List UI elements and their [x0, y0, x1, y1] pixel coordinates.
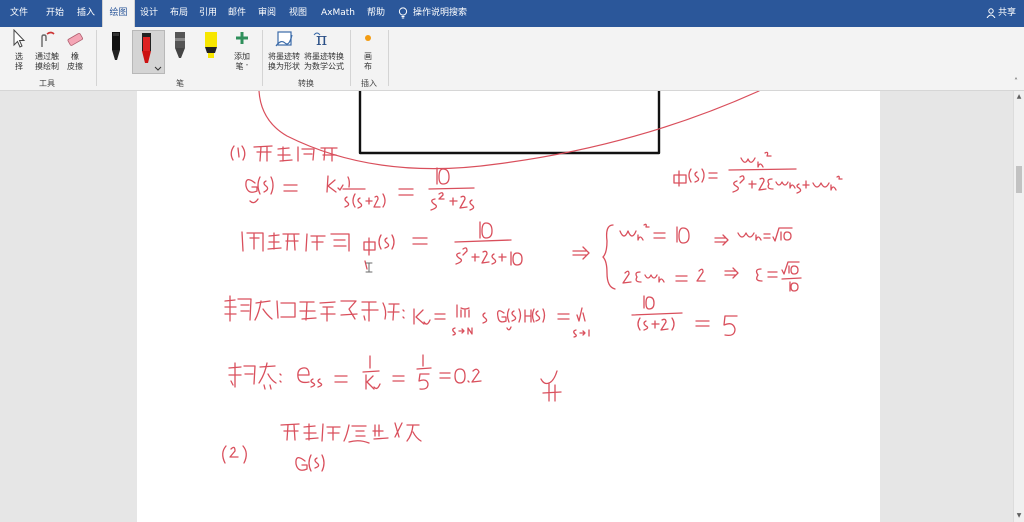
- canvas-dot-icon: [365, 35, 371, 41]
- pi-math-icon: π: [313, 30, 327, 49]
- tab-view[interactable]: 视图: [283, 0, 313, 27]
- tab-insert[interactable]: 插入: [71, 0, 101, 27]
- ink-to-math-label-1: 将墨迹转换: [304, 52, 344, 61]
- tab-review[interactable]: 审阅: [252, 0, 282, 27]
- scroll-thumb[interactable]: [1016, 166, 1022, 193]
- plus-icon: [236, 32, 248, 44]
- tab-design[interactable]: 设计: [134, 0, 164, 27]
- ink-to-math-label-2: 为数学公式: [304, 62, 344, 71]
- ribbon-separator: [96, 30, 97, 86]
- highlighter-icon: [205, 32, 217, 58]
- tab-home[interactable]: 开始: [40, 0, 70, 27]
- ink-to-shape-label-1: 将墨迹转: [268, 52, 300, 61]
- collapse-ribbon-icon[interactable]: ˄: [1014, 77, 1018, 86]
- ribbon-separator: [388, 30, 389, 86]
- ink-line-ess: 稳态: ess = 1/Kv = 1/5 = 0.2: [228, 354, 482, 390]
- ink-to-shape-icon: [275, 31, 293, 47]
- draw-with-touch-button[interactable]: 通过触 摸绘制: [33, 29, 61, 72]
- ink-heading-2: (2) 开环传递函数 G(s): [222, 422, 422, 472]
- ink-to-math-button[interactable]: π 将墨迹转换 为数学公式: [303, 29, 345, 72]
- tab-layout[interactable]: 布局: [164, 0, 194, 27]
- eraser-icon: [67, 33, 83, 46]
- pen-highlighter[interactable]: [199, 30, 223, 74]
- touch-draw-icon: [41, 31, 55, 47]
- person-icon: [986, 7, 996, 18]
- share-button[interactable]: 共享: [986, 0, 1016, 27]
- tab-axmath[interactable]: AxMath: [317, 0, 359, 27]
- drawing-canvas-button[interactable]: 画 布: [354, 29, 382, 72]
- tell-me-search[interactable]: 操作说明搜索: [398, 0, 467, 27]
- ink-box-black: [358, 91, 661, 155]
- pens-group-label: 笔: [176, 79, 184, 88]
- ink-line-Phi: Φ(s) = ωn²/(s²+2ξωns+ωn²): [673, 151, 843, 194]
- red-pen-icon: [142, 33, 162, 71]
- ink-solution-mark: [540, 370, 562, 402]
- eraser-label-2: 皮擦: [67, 62, 83, 71]
- scroll-up-icon[interactable]: ▲: [1015, 93, 1023, 101]
- tab-draw[interactable]: 绘图: [102, 0, 135, 27]
- convert-group-label: 转换: [298, 79, 314, 88]
- pen-red-selected[interactable]: [132, 30, 165, 74]
- pen-black[interactable]: [104, 30, 128, 74]
- ribbon-tab-bar: 文件 开始 插入 绘图 设计 布局 引用 邮件 审阅 视图 AxMath 帮助 …: [0, 0, 1024, 27]
- share-label: 共享: [997, 8, 1016, 18]
- canvas-label-1: 画: [364, 52, 372, 61]
- eraser-label-1: 橡: [71, 52, 79, 61]
- add-pen-button[interactable]: 添加 笔 ˅: [229, 29, 255, 73]
- pencil-icon: [175, 32, 185, 58]
- draw-touch-label-1: 通过触: [35, 52, 59, 61]
- scroll-down-icon[interactable]: ▼: [1015, 512, 1023, 520]
- tools-group-label: 工具: [39, 79, 55, 88]
- canvas-label-2: 布: [364, 62, 372, 71]
- vertical-scrollbar[interactable]: ▲ ▼: [1013, 91, 1024, 522]
- ribbon-separator: [262, 30, 263, 86]
- chevron-down-icon: ˅: [243, 64, 249, 71]
- tab-mailings[interactable]: 邮件: [222, 0, 252, 27]
- ink-arc-red: [258, 91, 760, 170]
- insert-group-label: 插入: [361, 79, 377, 88]
- tell-me-label: 操作说明搜索: [413, 8, 468, 18]
- select-label-1: 选: [15, 52, 23, 61]
- ink-line-closed-loop: 闭环传函 Φ(s) = 10/(s²+2s+10): [241, 221, 523, 270]
- draw-touch-label-2: 摸绘制: [35, 62, 59, 71]
- ink-line-system: ωn² = 10 ⇒ ωn = √10: [572, 223, 802, 292]
- cursor-arrow-icon: [13, 29, 26, 48]
- tab-references[interactable]: 引用: [193, 0, 223, 27]
- ink-line-G: G(s) = K₀·1/(s(s+2)) = 10/(s²+2s): [245, 167, 475, 211]
- add-pen-label-2: 笔: [235, 62, 244, 71]
- select-label-2: 择: [15, 62, 23, 71]
- add-pen-label-1: 添加: [234, 52, 250, 61]
- eraser-button[interactable]: 橡 皮擦: [63, 29, 87, 72]
- lightbulb-icon: [398, 6, 408, 18]
- ink-to-shape-button[interactable]: 将墨迹转 换为形状: [265, 29, 303, 72]
- select-button[interactable]: 选 择: [7, 29, 31, 72]
- black-pen-icon: [112, 32, 120, 60]
- ink-drawing-canvas[interactable]: (1) 开环传函 G(s) = K₀·1/(s(s+2)) = 10/(s²+2…: [137, 91, 880, 522]
- tab-file[interactable]: 文件: [4, 0, 34, 27]
- ribbon-separator: [350, 30, 351, 86]
- ink-to-shape-label-2: 换为形状: [268, 62, 300, 71]
- document-area: (1) 开环传函: [0, 91, 1014, 522]
- ink-heading-1: (1) 开环传函: [230, 145, 338, 162]
- draw-ribbon: 选 择 通过触 摸绘制 橡 皮擦 工具 添加 笔 ˅ 笔 将墨迹转 换为形状 π…: [0, 27, 1024, 91]
- ink-line-kv: 静态误差系数法: Kv = lim s→0 s·G(s)H(s) = lim s…: [224, 295, 738, 338]
- tab-help[interactable]: 帮助: [361, 0, 391, 27]
- pen-pencil[interactable]: [168, 30, 192, 74]
